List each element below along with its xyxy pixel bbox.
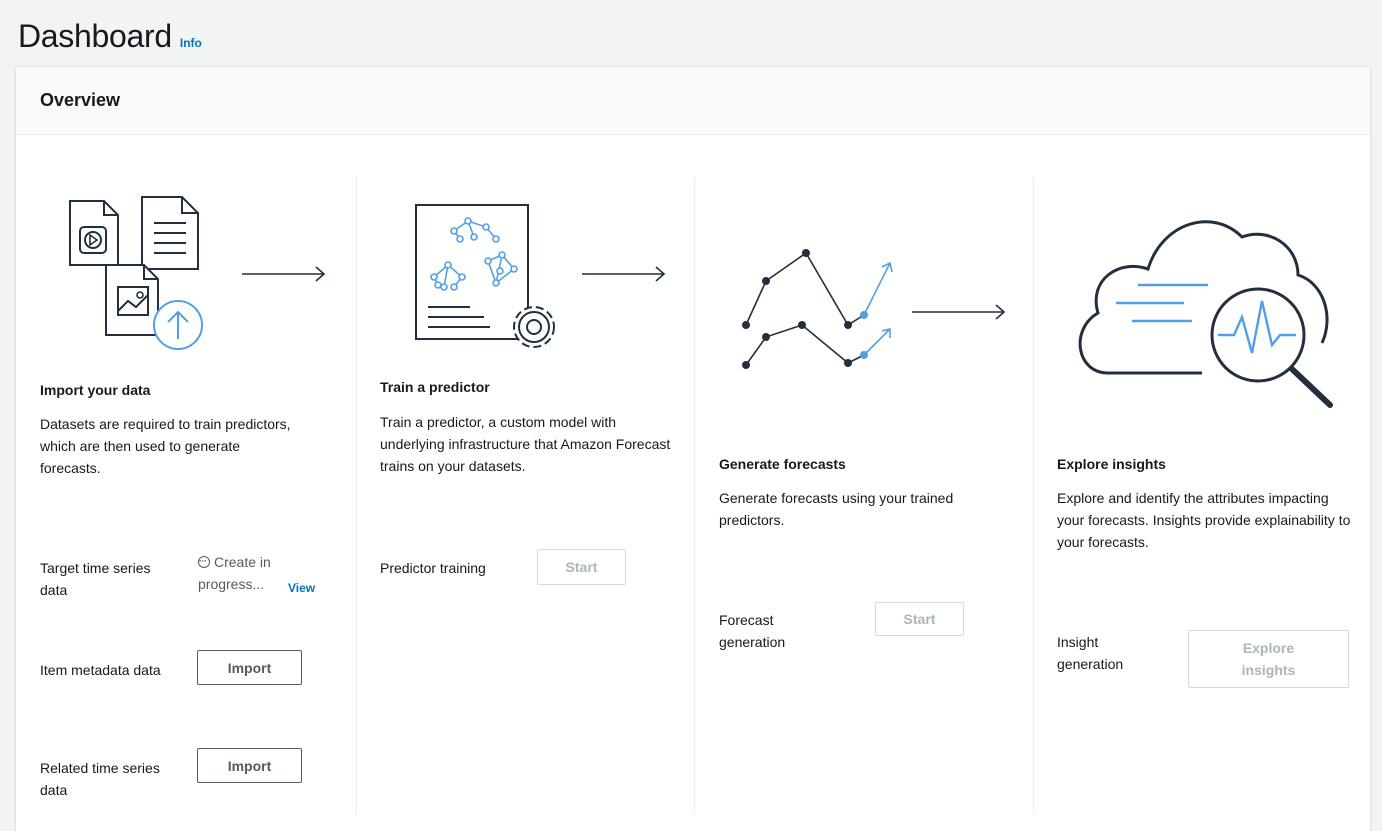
target-status: Create in progress... xyxy=(198,550,302,595)
train-predictor-illustration xyxy=(415,204,555,348)
info-link[interactable]: Info xyxy=(180,36,202,50)
column-divider xyxy=(356,177,357,813)
item-metadata-label: Item metadata data xyxy=(40,662,161,678)
related-time-series-label: Related time series data xyxy=(40,760,160,798)
explore-insights-button[interactable]: Explore insights xyxy=(1188,630,1349,688)
import-step-heading: Import your data xyxy=(40,382,151,398)
insights-step-heading: Explore insights xyxy=(1057,456,1166,472)
import-item-metadata-button[interactable]: Import xyxy=(197,650,302,685)
forecast-step-heading: Generate forecasts xyxy=(719,456,846,472)
column-divider xyxy=(694,177,695,813)
arrow-right-icon xyxy=(582,266,666,282)
generate-forecasts-illustration xyxy=(742,249,893,369)
import-step-description: Datasets are required to train predictor… xyxy=(40,416,291,476)
forecast-generation-label: Forecast generation xyxy=(719,612,786,650)
predictor-training-label: Predictor training xyxy=(380,560,486,576)
overview-header: Overview xyxy=(16,67,1370,135)
train-step-description: Train a predictor, a custom model with u… xyxy=(380,414,671,474)
insights-step-description: Explore and identify the attributes impa… xyxy=(1057,490,1351,550)
start-forecast-generation-button[interactable]: Start xyxy=(875,602,964,636)
overview-title: Overview xyxy=(40,90,121,110)
explore-insights-illustration xyxy=(1078,220,1333,408)
import-related-time-series-button[interactable]: Import xyxy=(197,748,302,783)
target-time-series-label: Target time series data xyxy=(40,560,151,598)
forecast-step-description: Generate forecasts using your trained pr… xyxy=(719,490,954,528)
overview-panel: Overview Import your data Datasets are r… xyxy=(15,66,1371,831)
target-view-link[interactable]: View xyxy=(288,581,315,595)
column-divider xyxy=(1033,177,1034,813)
insight-generation-label: Insight generation xyxy=(1057,634,1124,672)
page-title: Dashboard xyxy=(18,18,172,54)
ellipsis-circle-icon xyxy=(198,550,210,572)
train-step-heading: Train a predictor xyxy=(380,379,490,395)
page-header: Dashboard Info xyxy=(18,18,202,55)
arrow-right-icon xyxy=(912,304,1006,320)
arrow-right-icon xyxy=(242,266,326,282)
start-predictor-training-button[interactable]: Start xyxy=(537,549,626,585)
import-data-illustration xyxy=(69,196,203,350)
